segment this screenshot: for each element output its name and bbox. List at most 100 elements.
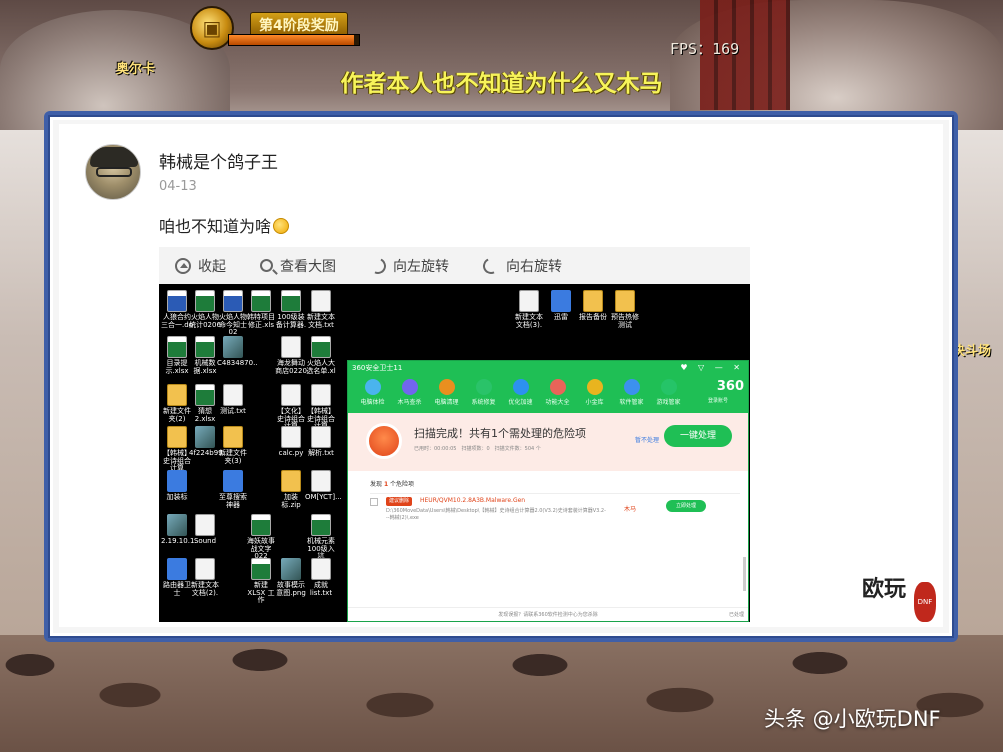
scrollbar[interactable] [743, 557, 746, 591]
antivirus-nav: 360 登录账号 电脑体检 木马查杀 电脑清理 系统修复 优化加速 功能大全 小金库 软件管家… [348, 375, 748, 413]
file-icon [311, 290, 331, 312]
logo-360: 360 [716, 379, 744, 394]
fix-all-button[interactable]: 一键处理 [664, 425, 732, 447]
threat-checkbox[interactable] [370, 498, 378, 506]
antivirus-title: 360安全卫士11 [352, 364, 403, 372]
nav-item[interactable]: 软件管家 [613, 375, 650, 406]
view-large-button[interactable]: 查看大图 [260, 256, 336, 276]
post-image-screenshot[interactable]: 人狼合约三合一.do 火焰人物统计0206 火焰人物命今知士02 韩特项目修正.xls… [159, 284, 750, 622]
login-account-link[interactable]: 登录账号 [708, 397, 728, 404]
desktop-icon[interactable]: 成就list.txt [305, 558, 337, 597]
file-icon [223, 426, 243, 448]
nav-item[interactable]: 功能大全 [539, 375, 576, 406]
nav-item[interactable]: 优化加速 [502, 375, 539, 406]
desktop-icon[interactable]: 解析.txt [305, 426, 337, 458]
skip-link[interactable]: 暂不处理 [635, 435, 659, 444]
desktop-icon[interactable]: 加装标.zip [275, 470, 307, 509]
view-large-label: 查看大图 [280, 258, 336, 275]
scan-result-title: 扫描完成！共有1个需处理的危险项 [414, 427, 586, 440]
desktop-icon[interactable]: 海妖故事战文字022 [245, 514, 277, 561]
antivirus-titlebar: 360安全卫士11 ♥ ▽ — ✕ [348, 361, 748, 375]
nav-item[interactable]: 电脑清理 [428, 375, 465, 406]
nav-item-icon [586, 379, 603, 395]
nav-item[interactable]: 游戏管家 [650, 375, 687, 406]
nav-item-icon [438, 379, 455, 395]
processed-link[interactable]: 已处理 [729, 608, 744, 622]
nav-item-label: 小金库 [585, 399, 604, 406]
desktop-icon[interactable]: 【文化】史诗组合计算 [275, 384, 307, 431]
file-icon [311, 558, 331, 580]
avatar-glasses [96, 167, 132, 177]
file-icon [281, 426, 301, 448]
desktop-icon[interactable]: 100级装备计算器. [275, 290, 307, 329]
desktop-icon[interactable]: OM[YCT]... [305, 470, 342, 502]
nav-item-label: 软件管家 [619, 399, 644, 406]
desktop-icon[interactable]: 故事模示意图.png [275, 558, 307, 597]
desktop-icon[interactable]: Sound [189, 514, 221, 546]
desktop-icon-label: 加装标.zip [281, 493, 301, 509]
post-text-content: 咱也不知道为啥 [159, 217, 272, 236]
antivirus-footer: 发现误报？请联系360软件检测中心为您杀除 已处理 [348, 607, 748, 621]
file-icon [195, 384, 215, 406]
desktop-icon[interactable]: 测试.txt [217, 384, 249, 416]
desktop-icon-label: 解析.txt [308, 449, 334, 457]
collapse-button[interactable]: 收起 [175, 256, 226, 276]
nav-item[interactable]: 系统修复 [465, 375, 502, 406]
nav-item-label: 电脑体检 [360, 399, 385, 406]
desktop-icon-label: 海妖故事战文字022 [247, 537, 275, 561]
desktop-icon-label: 【韩械】史诗组合计算 [163, 449, 191, 473]
post-username[interactable]: 韩械是个鸽子王 [159, 148, 278, 173]
desktop-icon[interactable]: 韩特项目修正.xls [245, 290, 277, 329]
avatar[interactable] [85, 144, 141, 200]
window-controls[interactable]: ♥ ▽ — ✕ [680, 361, 744, 375]
desktop-icon[interactable]: C4834870.. [217, 336, 258, 368]
file-icon [195, 558, 215, 580]
desktop-icon[interactable]: 加装标 [161, 470, 193, 502]
desktop-icon[interactable]: 新建文件夹(3) [217, 426, 249, 465]
scan-result-stats: 已用时：00:00:05 扫描项数：0 扫描文件数：504 个 [414, 446, 541, 452]
desktop-icon[interactable]: calc.py [275, 426, 307, 458]
nav-item[interactable]: 电脑体检 [354, 375, 391, 406]
desktop-icon-label: 新建文本文档(3). [515, 313, 543, 329]
rotate-left-button[interactable]: 向左旋转 [367, 255, 449, 276]
desktop-icon[interactable]: 火焰人大选名单.xl [305, 336, 337, 375]
file-icon [281, 336, 301, 358]
desktop-icon-label: 火焰人大选名单.xl [306, 359, 336, 375]
fix-now-button[interactable]: 立即处理 [666, 500, 706, 512]
fps-counter: FPS：169 [670, 40, 740, 58]
nav-item[interactable]: 小金库 [576, 375, 613, 406]
source-watermark: 头条 @小欧玩DNF [764, 707, 941, 731]
threat-name: HEUR/QVM10.2.8A3B.Malware.Gen [420, 497, 526, 504]
desktop-icon-label: 预告热修测试 [611, 313, 639, 329]
desktop-icon[interactable]: 报告备份 [577, 290, 609, 322]
nav-item[interactable]: 木马查杀 [391, 375, 428, 406]
image-viewer-toolbar: 收起 查看大图 向左旋转 向右旋转 [159, 247, 750, 284]
desktop-icon[interactable]: 机械元素100级入坑 [305, 514, 337, 561]
desktop-icon-label: 目录提示.xlsx [165, 359, 189, 375]
file-icon [583, 290, 603, 312]
desktop-icon[interactable]: 新建文本文档.txt [305, 290, 337, 329]
desktop-icon[interactable]: 新建 XLSX 工作 [245, 558, 277, 605]
threat-tag: 建议删除 [386, 497, 413, 506]
desktop-icon[interactable]: 【韩械】史诗组合计算 [305, 384, 337, 431]
file-icon [251, 514, 271, 536]
desktop-icon-label: 新建文本文档(2). [191, 581, 219, 597]
desktop-icon[interactable]: 预告热修测试 [609, 290, 641, 329]
desktop-icon-label: C4834870.. [217, 359, 258, 367]
desktop-icon[interactable]: 迅雷 [545, 290, 577, 322]
desktop-icon-label: 测试.txt [220, 407, 246, 415]
desktop-icon[interactable]: 新建文本文档(3). [513, 290, 545, 329]
rotate-left-icon [367, 255, 389, 276]
desktop-icon-label: 新建 XLSX 工作 [247, 581, 275, 605]
found-suffix: 个危险项 [390, 481, 415, 488]
file-icon [195, 426, 215, 448]
desktop-icon[interactable]: 海龙舞动商店0220 [275, 336, 307, 375]
desktop-icon-label: Sound [193, 537, 217, 545]
file-icon [281, 558, 301, 580]
warning-icon [366, 423, 402, 459]
desktop-icon[interactable]: 新建文本文档(2). [189, 558, 221, 597]
video-caption: 作者本人也不知道为什么又木马 [340, 71, 663, 97]
desktop-icon[interactable]: 至尊搜索神器 [217, 470, 249, 509]
zoom-icon [260, 259, 273, 272]
rotate-right-button[interactable]: 向右旋转 [480, 255, 562, 276]
